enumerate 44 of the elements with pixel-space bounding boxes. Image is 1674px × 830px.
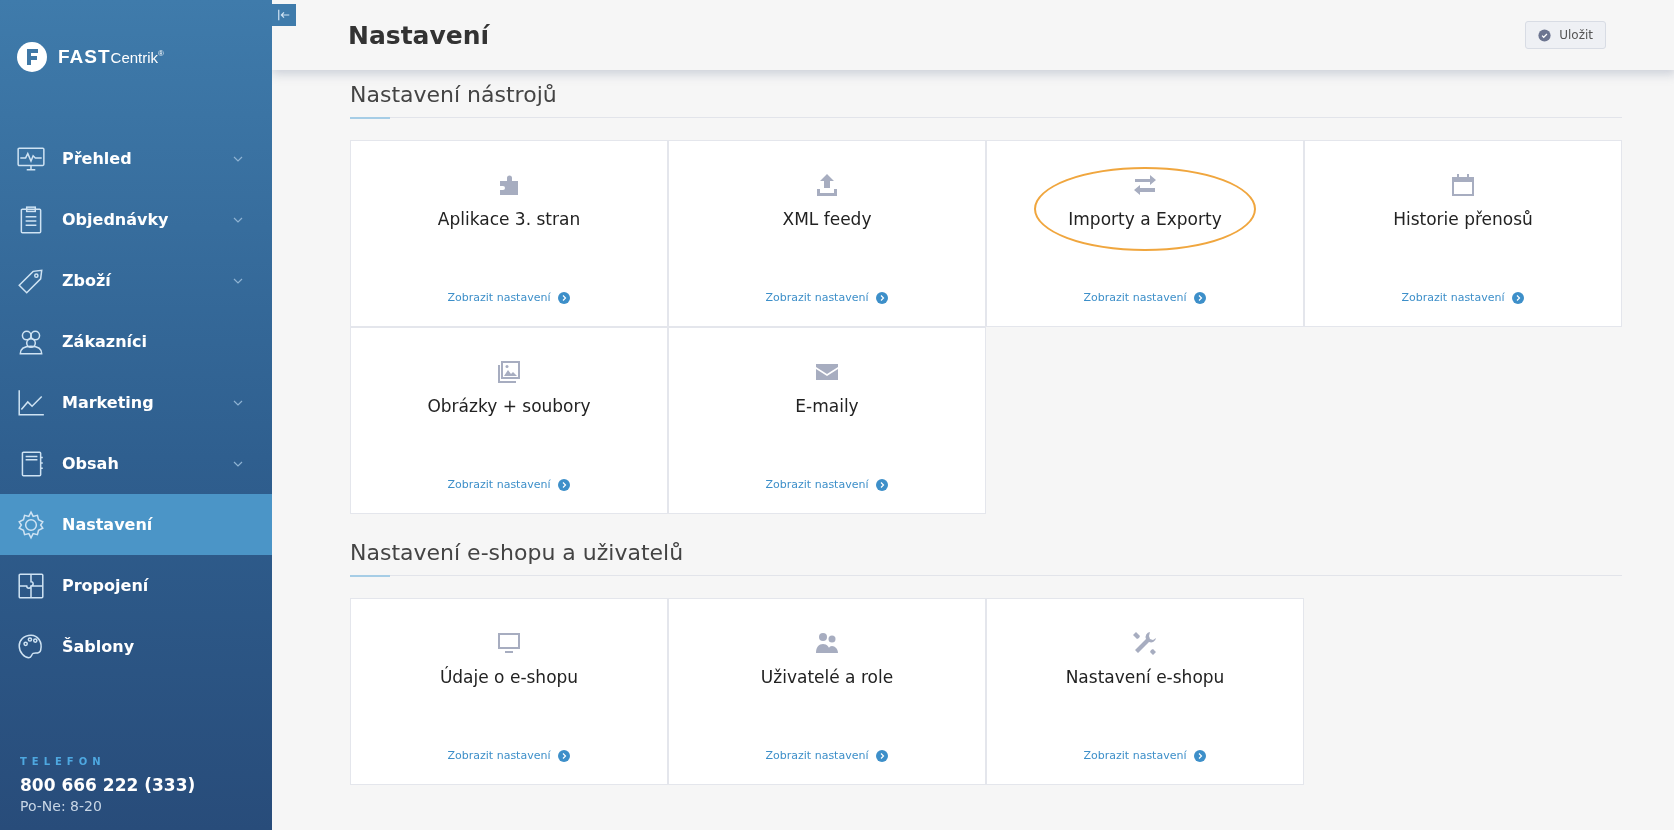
nav-item[interactable]: Nastavení bbox=[0, 494, 272, 555]
show-settings-link[interactable]: Zobrazit nastavení bbox=[447, 749, 571, 762]
show-settings-link[interactable]: Zobrazit nastavení bbox=[1083, 291, 1207, 304]
settings-card[interactable]: E-maily Zobrazit nastavení bbox=[668, 327, 986, 514]
nav-item[interactable]: Objednávky bbox=[0, 189, 272, 250]
card-title: XML feedy bbox=[782, 209, 872, 229]
settings-card[interactable]: Historie přenosů Zobrazit nastavení bbox=[1304, 140, 1622, 327]
settings-card[interactable]: Údaje o e-shopu Zobrazit nastavení bbox=[350, 598, 668, 785]
settings-card[interactable]: Aplikace 3. stran Zobrazit nastavení bbox=[350, 140, 668, 327]
settings-card[interactable]: Importy a Exporty Zobrazit nastavení bbox=[986, 140, 1304, 327]
page-title: Nastavení bbox=[348, 20, 490, 50]
section-title: Nastavení e-shopu a uživatelů bbox=[350, 540, 685, 565]
show-settings-link[interactable]: Zobrazit nastavení bbox=[765, 478, 889, 491]
nav-item[interactable]: Šablony bbox=[0, 616, 272, 677]
card-title: Historie přenosů bbox=[1393, 209, 1533, 229]
show-settings-link[interactable]: Zobrazit nastavení bbox=[447, 291, 571, 304]
card-title: Importy a Exporty bbox=[1068, 209, 1222, 229]
card-title: Nastavení e-shopu bbox=[1065, 667, 1225, 687]
save-button[interactable]: Uložit bbox=[1525, 21, 1606, 49]
settings-card[interactable]: Obrázky + soubory Zobrazit nastavení bbox=[350, 327, 668, 514]
brand-name: FASTCentrik$^{®}$ bbox=[58, 46, 164, 68]
nav-item[interactable]: Zákazníci bbox=[0, 311, 272, 372]
nav-item[interactable]: Přehled bbox=[0, 128, 272, 189]
show-settings-link[interactable]: Zobrazit nastavení bbox=[765, 749, 889, 762]
phone-heading: TELEFON bbox=[20, 756, 107, 767]
opening-hours: Po-Ne: 8-20 bbox=[20, 798, 103, 814]
settings-card[interactable]: XML feedy Zobrazit nastavení bbox=[668, 140, 986, 327]
nav-item[interactable]: Zboží bbox=[0, 250, 272, 311]
nav-item[interactable]: Propojení bbox=[0, 555, 272, 616]
card-title: Obrázky + soubory bbox=[427, 396, 591, 416]
show-settings-link[interactable]: Zobrazit nastavení bbox=[1401, 291, 1525, 304]
card-title: E-maily bbox=[795, 396, 859, 416]
phone-number: 800 666 222 (333) bbox=[20, 775, 197, 795]
section-title: Nastavení nástrojů bbox=[350, 82, 558, 107]
show-settings-link[interactable]: Zobrazit nastavení bbox=[447, 478, 571, 491]
nav-item[interactable]: Obsah bbox=[0, 433, 272, 494]
card-title: Aplikace 3. stran bbox=[437, 209, 581, 229]
card-title: Uživatelé a role bbox=[760, 667, 894, 687]
card-title: Údaje o e-shopu bbox=[439, 667, 579, 687]
show-settings-link[interactable]: Zobrazit nastavení bbox=[765, 291, 889, 304]
show-settings-link[interactable]: Zobrazit nastavení bbox=[1083, 749, 1207, 762]
settings-card[interactable]: Nastavení e-shopu Zobrazit nastavení bbox=[986, 598, 1304, 785]
settings-card[interactable]: Uživatelé a role Zobrazit nastavení bbox=[668, 598, 986, 785]
nav-item[interactable]: Marketing bbox=[0, 372, 272, 433]
